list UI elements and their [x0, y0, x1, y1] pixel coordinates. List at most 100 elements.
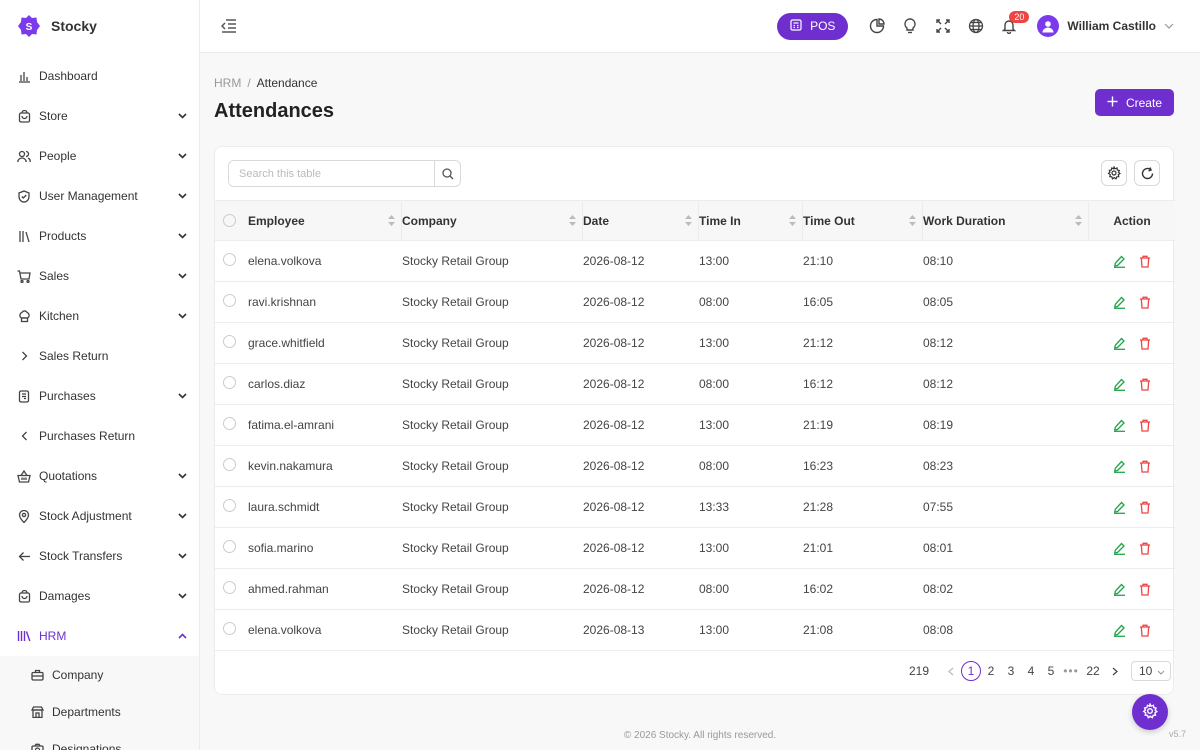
trash-icon[interactable]: [1138, 336, 1152, 350]
edit-icon[interactable]: [1112, 623, 1126, 637]
trash-icon[interactable]: [1138, 295, 1152, 309]
settings-fab[interactable]: [1132, 694, 1168, 730]
prev-page-icon[interactable]: [941, 661, 961, 681]
page-3[interactable]: 3: [1001, 661, 1021, 681]
sidebar-subitem-departments[interactable]: Departments: [0, 693, 199, 730]
bell-icon[interactable]: 20: [992, 10, 1030, 40]
globe-icon[interactable]: [959, 13, 992, 40]
sidebar-item-sales[interactable]: Sales: [0, 256, 199, 296]
action-cell: [1089, 281, 1175, 323]
sidebar-item-label: Damages: [39, 589, 91, 603]
company-cell: Stocky Retail Group: [402, 445, 583, 487]
sidebar-item-kitchen[interactable]: Kitchen: [0, 296, 199, 336]
row-checkbox[interactable]: [223, 376, 236, 389]
next-page-icon[interactable]: [1105, 661, 1125, 681]
sort-icon: [909, 215, 916, 226]
edit-icon[interactable]: [1112, 500, 1126, 514]
trash-icon[interactable]: [1138, 254, 1152, 268]
row-checkbox[interactable]: [223, 581, 236, 594]
edit-icon[interactable]: [1112, 459, 1126, 473]
svg-text:S: S: [26, 22, 33, 33]
row-checkbox[interactable]: [223, 458, 236, 471]
page-1[interactable]: 1: [961, 661, 981, 681]
row-checkbox[interactable]: [223, 335, 236, 348]
col-work-duration[interactable]: Work Duration: [923, 200, 1089, 241]
row-checkbox[interactable]: [223, 294, 236, 307]
row-checkbox[interactable]: [223, 417, 236, 430]
trash-icon[interactable]: [1138, 500, 1152, 514]
chef-hat-icon: [17, 309, 31, 323]
arrow-left-icon: [17, 549, 31, 563]
trash-icon[interactable]: [1138, 377, 1152, 391]
fullscreen-icon[interactable]: [926, 13, 959, 40]
page-2[interactable]: 2: [981, 661, 1001, 681]
brand[interactable]: S Stocky: [0, 0, 199, 52]
col-employee[interactable]: Employee: [248, 200, 402, 241]
edit-icon[interactable]: [1112, 418, 1126, 432]
company-cell: Stocky Retail Group: [402, 322, 583, 364]
col-time-out[interactable]: Time Out: [803, 200, 923, 241]
row-select-cell: [215, 527, 248, 569]
sidebar-item-dashboard[interactable]: Dashboard: [0, 56, 199, 96]
sidebar-item-damages[interactable]: Damages: [0, 576, 199, 616]
sidebar-item-label: User Management: [39, 189, 138, 203]
time-in-cell: 13:00: [699, 240, 803, 282]
trash-icon[interactable]: [1138, 459, 1152, 473]
breadcrumb-parent[interactable]: HRM: [214, 76, 241, 90]
sidebar-subitem-label: Designations: [52, 741, 122, 750]
trash-icon[interactable]: [1138, 418, 1152, 432]
user-menu[interactable]: William Castillo: [1037, 15, 1174, 37]
sidebar-item-sales-return[interactable]: Sales Return: [0, 336, 199, 376]
col-company[interactable]: Company: [402, 200, 583, 241]
edit-icon[interactable]: [1112, 254, 1126, 268]
col-date[interactable]: Date: [583, 200, 699, 241]
column-settings-icon[interactable]: [1101, 160, 1127, 186]
sidebar-subitem-designations[interactable]: Designations: [0, 730, 199, 750]
bar-chart-icon: [17, 69, 31, 83]
sidebar-item-user-management[interactable]: User Management: [0, 176, 199, 216]
sidebar-item-products[interactable]: Products: [0, 216, 199, 256]
sidebar-subitem-company[interactable]: Company: [0, 656, 199, 693]
sidebar-item-people[interactable]: People: [0, 136, 199, 176]
pie-chart-icon[interactable]: [860, 13, 893, 40]
sidebar-item-store[interactable]: Store: [0, 96, 199, 136]
page-4[interactable]: 4: [1021, 661, 1041, 681]
lightbulb-icon[interactable]: [893, 13, 926, 40]
pagination-ellipsis[interactable]: •••: [1061, 661, 1081, 681]
row-checkbox[interactable]: [223, 622, 236, 635]
page-size-select[interactable]: 10: [1131, 661, 1171, 681]
create-button[interactable]: Create: [1094, 89, 1174, 116]
sidebar-item-purchases[interactable]: Purchases: [0, 376, 199, 416]
trash-icon[interactable]: [1138, 541, 1152, 555]
row-checkbox[interactable]: [223, 540, 236, 553]
sort-icon: [1075, 215, 1082, 226]
sidebar-item-stock-transfers[interactable]: Stock Transfers: [0, 536, 199, 576]
action-cell: [1089, 609, 1175, 651]
row-checkbox[interactable]: [223, 253, 236, 266]
edit-icon[interactable]: [1112, 336, 1126, 350]
pos-button[interactable]: POS: [777, 12, 849, 40]
page-last[interactable]: 22: [1083, 661, 1103, 681]
sort-icon: [789, 215, 796, 226]
menu-toggle-icon[interactable]: [220, 17, 238, 35]
edit-icon[interactable]: [1112, 295, 1126, 309]
sidebar-item-hrm[interactable]: HRM: [0, 616, 199, 656]
sidebar-item-quotations[interactable]: Quotations: [0, 456, 199, 496]
select-all-checkbox[interactable]: [223, 214, 236, 227]
hrm-icon: [17, 629, 31, 643]
refresh-icon[interactable]: [1134, 160, 1160, 186]
edit-icon[interactable]: [1112, 541, 1126, 555]
sidebar-item-purchases-return[interactable]: Purchases Return: [0, 416, 199, 456]
company-cell: Stocky Retail Group: [402, 404, 583, 446]
search-input[interactable]: [229, 161, 434, 186]
search-icon[interactable]: [434, 161, 460, 186]
edit-icon[interactable]: [1112, 377, 1126, 391]
col-time-in[interactable]: Time In: [699, 200, 803, 241]
row-checkbox[interactable]: [223, 499, 236, 512]
table-row: ahmed.rahman Stocky Retail Group 2026-08-1…: [215, 568, 1175, 610]
trash-icon[interactable]: [1138, 582, 1152, 596]
page-5[interactable]: 5: [1041, 661, 1061, 681]
sidebar-item-stock-adjustment[interactable]: Stock Adjustment: [0, 496, 199, 536]
trash-icon[interactable]: [1138, 623, 1152, 637]
edit-icon[interactable]: [1112, 582, 1126, 596]
